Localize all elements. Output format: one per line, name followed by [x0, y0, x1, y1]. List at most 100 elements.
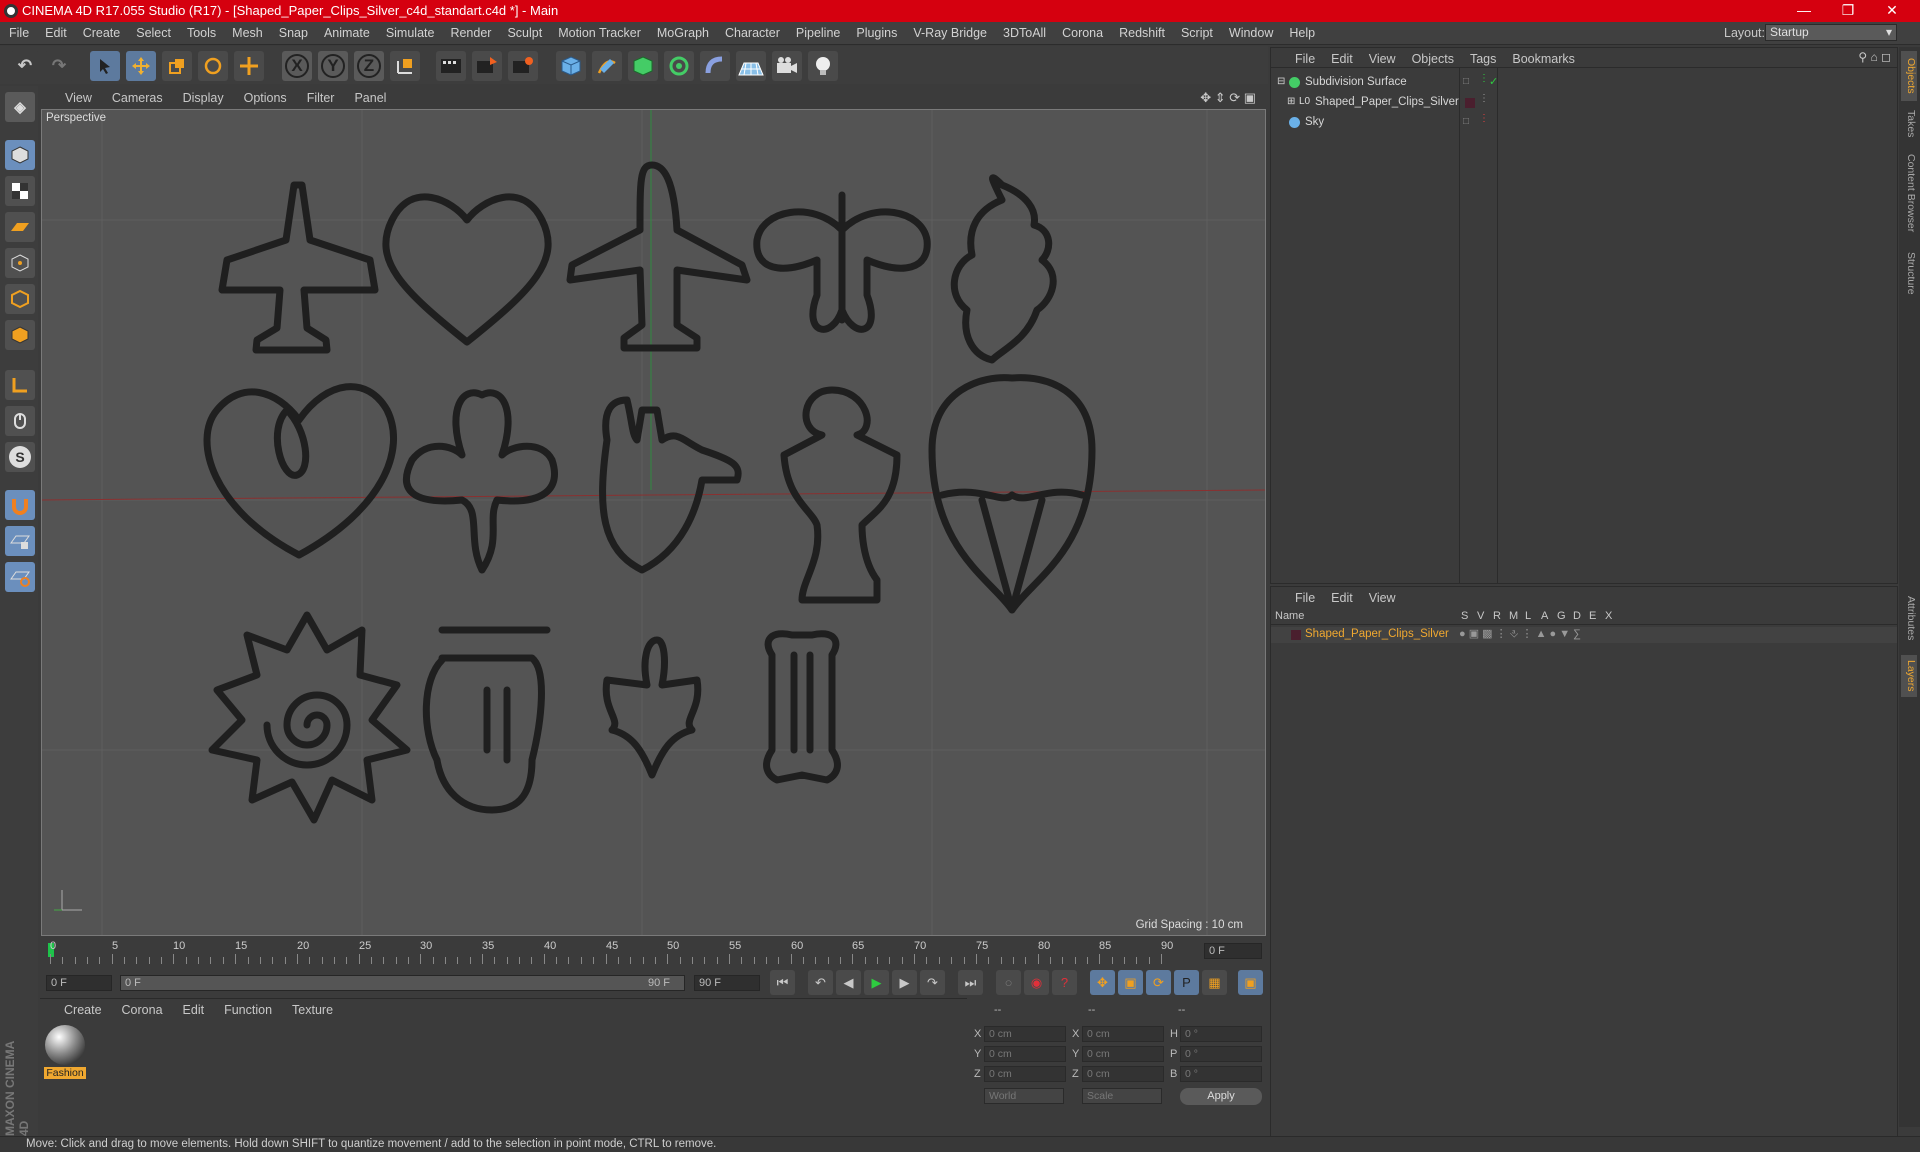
tab-structure[interactable]: Structure [1901, 245, 1917, 301]
tab-layers[interactable]: Layers [1901, 655, 1917, 697]
menu-script[interactable]: Script [1172, 22, 1220, 40]
y-axis-lock-button[interactable]: Y [318, 51, 348, 81]
objects-menu-bookmarks[interactable]: Bookmarks [1504, 48, 1583, 66]
material-menu-corona[interactable]: Corona [112, 999, 173, 1017]
menu-file[interactable]: File [0, 22, 36, 40]
camera-icon[interactable] [772, 51, 802, 81]
layers-menu-file[interactable]: File [1271, 587, 1323, 605]
material-menu-function[interactable]: Function [214, 999, 282, 1017]
redo-icon[interactable]: ↷ [44, 51, 74, 81]
layer-toggle-icons[interactable]: ● ▣ ▩ ⋮ ⎀ ⋮ ▲ ● ▼ ∑ [1459, 627, 1581, 641]
layers-menu-edit[interactable]: Edit [1323, 587, 1361, 605]
model-mode-icon[interactable] [5, 140, 35, 170]
goto-start-icon[interactable]: ⏮ [770, 970, 795, 995]
size-z-field[interactable]: 0 cm [1082, 1066, 1164, 1082]
menu-character[interactable]: Character [716, 22, 787, 40]
keyframe-disabled-icon[interactable]: ○ [996, 970, 1021, 995]
render-settings-icon[interactable] [508, 51, 538, 81]
make-editable-icon[interactable]: ◈ [5, 92, 35, 122]
transform-tool-icon[interactable] [234, 51, 264, 81]
object-row-subdivision[interactable]: ⊟ Subdivision Surface □ ⋮ ✓ [1273, 73, 1895, 93]
objects-menu-objects[interactable]: Objects [1404, 48, 1462, 66]
key-move-icon[interactable]: ✥ [1090, 970, 1115, 995]
restore-button[interactable]: ❐ [1826, 0, 1870, 22]
enabled-check-icon[interactable]: ✓ [1489, 75, 1498, 88]
texture-mode-icon[interactable] [5, 176, 35, 206]
menu-render[interactable]: Render [441, 22, 498, 40]
menu-animate[interactable]: Animate [315, 22, 377, 40]
x-axis-lock-button[interactable]: X [282, 51, 312, 81]
menu-help[interactable]: Help [1280, 22, 1322, 40]
play-icon[interactable]: ▶ [864, 970, 889, 995]
menu-snap[interactable]: Snap [270, 22, 315, 40]
edges-mode-icon[interactable] [5, 284, 35, 314]
key-pla-icon[interactable]: ▦ [1202, 970, 1227, 995]
object-row-paper-clips[interactable]: ⊞ L0 Shaped_Paper_Clips_Silver ⋮ [1273, 93, 1895, 113]
subdivision-surface-icon[interactable] [628, 51, 658, 81]
tweak-mode-icon[interactable] [5, 406, 35, 436]
step-forward-icon[interactable]: ▶ [892, 970, 917, 995]
move-tool-icon[interactable] [126, 51, 156, 81]
objects-menu-edit[interactable]: Edit [1323, 48, 1361, 66]
menu-window[interactable]: Window [1220, 22, 1280, 40]
magnet-icon[interactable] [5, 490, 35, 520]
render-picture-viewer-icon[interactable] [472, 51, 502, 81]
viewport-menu-display[interactable]: Display [173, 88, 234, 105]
rotation-h-field[interactable]: 0 ° [1180, 1026, 1262, 1042]
next-key-icon[interactable]: ↷ [920, 970, 945, 995]
3d-viewport[interactable]: Perspective Grid Spacing : 10 cm [41, 109, 1266, 936]
axis-mode-icon[interactable] [5, 370, 35, 400]
previous-key-icon[interactable]: ↶ [808, 970, 833, 995]
menu-corona[interactable]: Corona [1053, 22, 1110, 40]
menu-tools[interactable]: Tools [178, 22, 223, 40]
layer-row[interactable]: Shaped_Paper_Clips_Silver ● ▣ ▩ ⋮ ⎀ ⋮ ▲ … [1271, 627, 1897, 643]
mograph-cloner-icon[interactable] [664, 51, 694, 81]
goto-end-icon[interactable]: ⏭ [958, 970, 983, 995]
tab-attributes[interactable]: Attributes [1901, 587, 1917, 649]
floor-environment-icon[interactable] [736, 51, 766, 81]
objects-menu-view[interactable]: View [1361, 48, 1404, 66]
snapping-icon[interactable]: S [5, 442, 35, 472]
menu-plugins[interactable]: Plugins [847, 22, 904, 40]
menu-edit[interactable]: Edit [36, 22, 74, 40]
material-menu-edit[interactable]: Edit [173, 999, 215, 1017]
menu-vray-bridge[interactable]: V-Ray Bridge [904, 22, 994, 40]
tab-content-browser[interactable]: Content Browser [1901, 147, 1917, 239]
size-mode-select[interactable]: Scale [1082, 1088, 1162, 1104]
visibility-dots-icon[interactable]: ⋮ [1479, 93, 1489, 104]
deformer-bend-icon[interactable] [700, 51, 730, 81]
material-menu-create[interactable]: Create [40, 999, 112, 1017]
select-pointer-icon[interactable] [90, 51, 120, 81]
material-swatch[interactable]: Fashion [44, 1025, 86, 1081]
points-mode-icon[interactable] [5, 248, 35, 278]
rotation-p-field[interactable]: 0 ° [1180, 1046, 1262, 1062]
position-y-field[interactable]: 0 cm [984, 1046, 1066, 1062]
menu-pipeline[interactable]: Pipeline [787, 22, 847, 40]
close-window-button[interactable]: ✕ [1870, 0, 1914, 22]
menu-create[interactable]: Create [74, 22, 128, 40]
menu-sculpt[interactable]: Sculpt [498, 22, 549, 40]
viewport-menu-cameras[interactable]: Cameras [102, 88, 173, 105]
layers-menu-view[interactable]: View [1361, 587, 1404, 605]
z-axis-lock-button[interactable]: Z [354, 51, 384, 81]
rotate-tool-icon[interactable] [198, 51, 228, 81]
apply-button[interactable]: Apply [1180, 1088, 1262, 1105]
minimize-button[interactable]: — [1782, 0, 1826, 22]
viewport-menu-panel[interactable]: Panel [344, 88, 396, 105]
layout-select[interactable]: Startup ▾ [1765, 24, 1897, 41]
menu-motion-tracker[interactable]: Motion Tracker [549, 22, 648, 40]
visibility-dots-icon[interactable]: ⋮ [1479, 113, 1489, 124]
coordinate-space-select[interactable]: World [984, 1088, 1064, 1104]
key-scale-icon[interactable]: ▣ [1118, 970, 1143, 995]
workplane-lock-icon[interactable] [5, 526, 35, 556]
timeline[interactable]: 0 5 10 15 20 25 30 35 40 45 50 55 60 65 70 75 80 85 90 0 F [40, 938, 1266, 971]
polygons-mode-icon[interactable] [5, 320, 35, 350]
max-frame-field[interactable]: 90 F [694, 975, 760, 991]
menu-select[interactable]: Select [127, 22, 178, 40]
viewport-menu-options[interactable]: Options [234, 88, 297, 105]
tab-takes[interactable]: Takes [1901, 107, 1917, 141]
rotation-b-field[interactable]: 0 ° [1180, 1066, 1262, 1082]
undo-icon[interactable]: ↶ [10, 51, 40, 81]
viewport-menu-view[interactable]: View [40, 88, 102, 105]
step-back-icon[interactable]: ◀ [836, 970, 861, 995]
